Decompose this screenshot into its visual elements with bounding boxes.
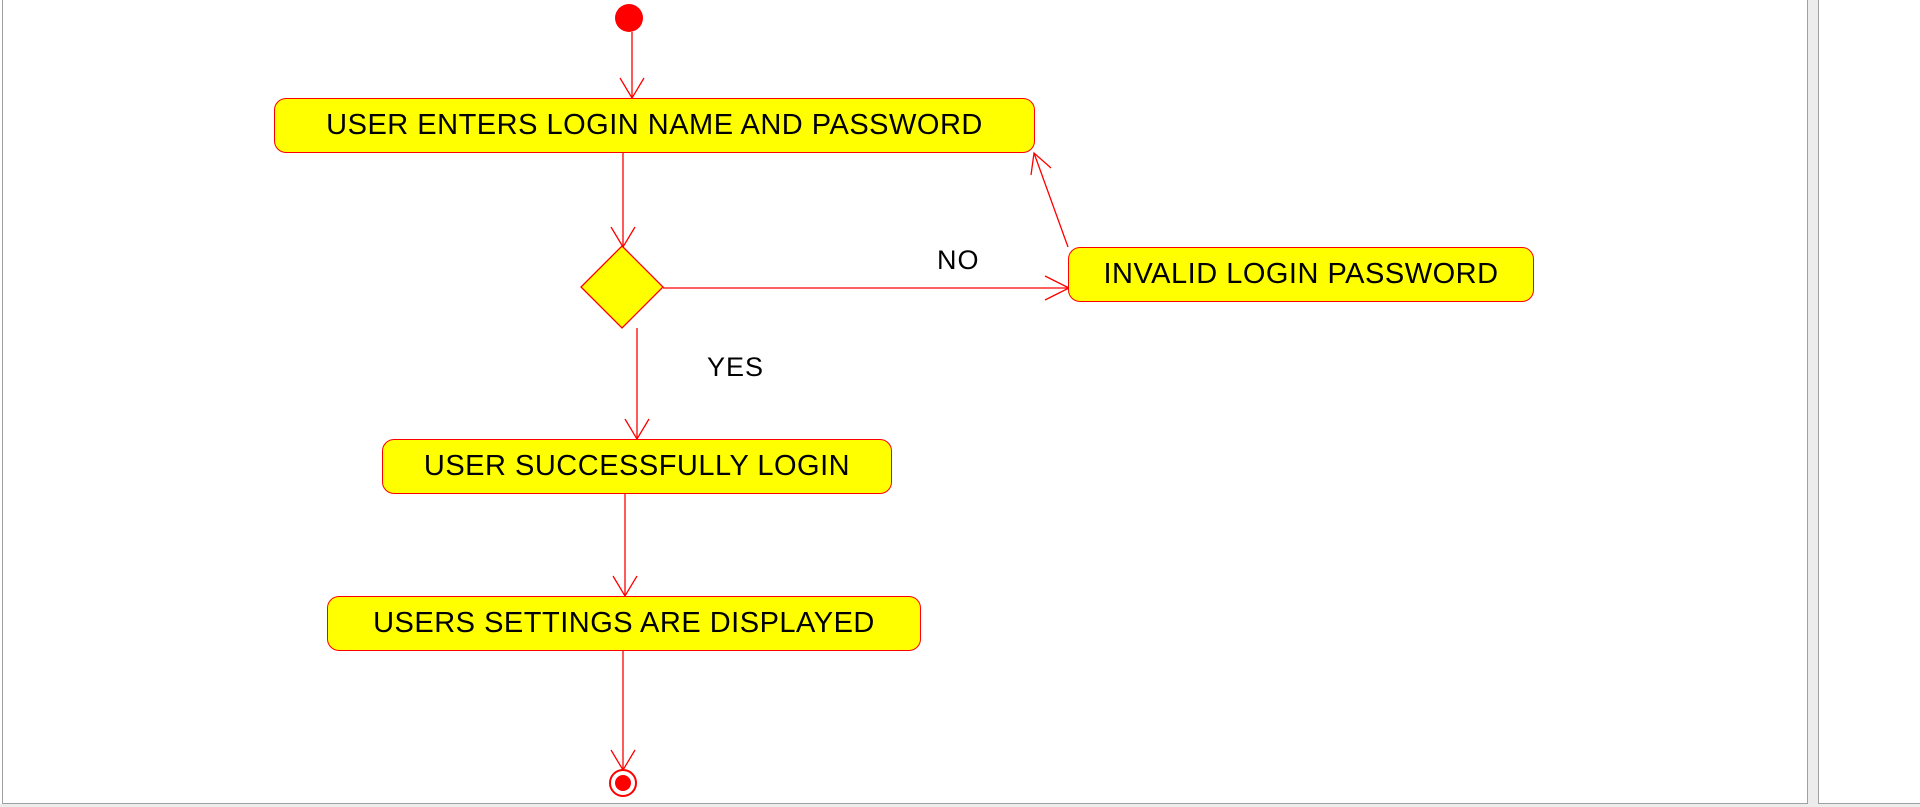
start-node (615, 4, 643, 32)
action-login-success: USER SUCCESSFULLY LOGIN (382, 439, 892, 494)
edge-label-no: NO (937, 245, 980, 275)
action-settings-displayed: USERS SETTINGS ARE DISPLAYED (327, 596, 921, 651)
edge-invalid-to-enter (1030, 151, 1069, 248)
edge-decision-to-success (624, 328, 650, 441)
edge-success-to-settings (612, 494, 638, 598)
action-invalid-login-label: INVALID LOGIN PASSWORD (1103, 258, 1499, 290)
action-settings-displayed-label: USERS SETTINGS ARE DISPLAYED (373, 607, 875, 639)
edge-enter-to-decision (610, 153, 636, 249)
decision-node (580, 245, 664, 329)
edge-decision-to-invalid (663, 275, 1071, 301)
edge-start-to-enter (619, 32, 645, 100)
action-enter-credentials: USER ENTERS LOGIN NAME AND PASSWORD (274, 98, 1035, 153)
action-enter-credentials-label: USER ENTERS LOGIN NAME AND PASSWORD (326, 109, 983, 141)
edge-settings-to-end (610, 651, 636, 772)
end-node (609, 769, 637, 797)
edge-label-yes: YES (707, 352, 765, 382)
action-invalid-login: INVALID LOGIN PASSWORD (1068, 247, 1534, 302)
action-login-success-label: USER SUCCESSFULLY LOGIN (423, 450, 851, 482)
